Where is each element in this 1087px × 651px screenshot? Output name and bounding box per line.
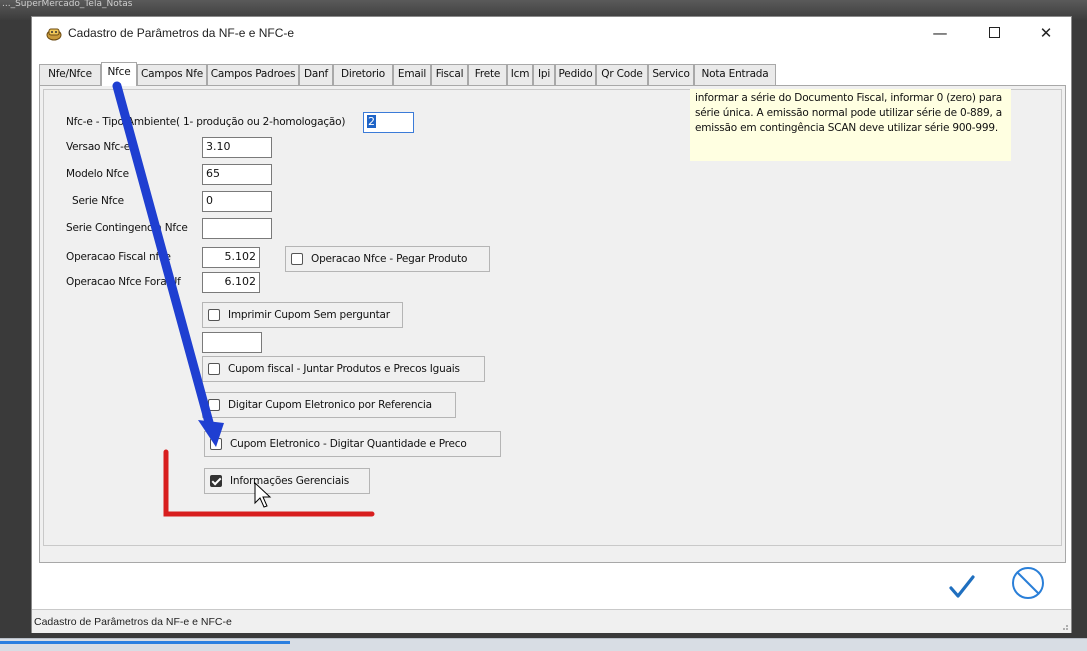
checkbox-digitar-quantidade[interactable]: Cupom Eletronico - Digitar Quantidade e … <box>204 431 501 457</box>
serie-label: Serie Nfce <box>72 195 124 207</box>
tab-campos-padroes[interactable]: Campos Padroes <box>207 64 299 85</box>
tab-email[interactable]: Email <box>393 64 431 85</box>
dialog-footer <box>32 565 1071 609</box>
checkbox-digitar-quantidade-label: Cupom Eletronico - Digitar Quantidade e … <box>230 438 467 450</box>
parameters-window: Cadastro de Parâmetros da NF-e e NFC-e —… <box>31 16 1072 633</box>
maximize-icon <box>988 27 1000 38</box>
tab-icm[interactable]: Icm <box>507 64 533 85</box>
checkbox-digitar-referencia-box[interactable] <box>208 399 220 411</box>
background-bottom-strip <box>0 638 1087 651</box>
ambiente-value: 2 <box>367 115 376 128</box>
background-title: ..._SuperMercado_Tela_Notas <box>2 0 133 9</box>
modelo-label: Modelo Nfce <box>66 168 129 180</box>
app-icon <box>46 28 62 41</box>
checkbox-imprimir-cupom-label: Imprimir Cupom Sem perguntar <box>228 309 390 321</box>
tab-ipi[interactable]: Ipi <box>533 64 555 85</box>
window-title: Cadastro de Parâmetros da NF-e e NFC-e <box>68 26 295 40</box>
tab-frete[interactable]: Frete <box>468 64 507 85</box>
tab-diretorio[interactable]: Diretorio <box>333 64 393 85</box>
checkbox-imprimir-cupom-box[interactable] <box>208 309 220 321</box>
operacao-fiscal-label: Operacao Fiscal nfce <box>66 251 171 263</box>
cancel-circle-icon[interactable] <box>1010 565 1046 601</box>
checkbox-juntar-produtos[interactable]: Cupom fiscal - Juntar Produtos e Precos … <box>202 356 485 382</box>
checkbox-informacoes-gerenciais[interactable]: Informações Gerenciais <box>204 468 370 494</box>
background-progress-line <box>0 641 290 644</box>
tab-qr-code[interactable]: Qr Code <box>596 64 648 85</box>
tab-campos-nfe[interactable]: Campos Nfe <box>137 64 207 85</box>
tab-pedido[interactable]: Pedido <box>555 64 596 85</box>
serie-input[interactable]: 0 <box>202 191 272 212</box>
tab-nfce[interactable]: Nfce <box>101 62 137 86</box>
tab-fiscal[interactable]: Fiscal <box>431 64 468 85</box>
checkbox-pegar-produto-box[interactable] <box>291 253 303 265</box>
checkbox-informacoes-gerenciais-box[interactable] <box>210 475 222 487</box>
versao-input[interactable]: 3.10 <box>202 137 272 158</box>
checkmark-icon[interactable] <box>948 573 976 601</box>
nfce-tab-panel: informar a série do Documento Fiscal, in… <box>39 85 1066 563</box>
status-bar: Cadastro de Parâmetros da NF-e e NFC-e <box>32 609 1071 633</box>
checkbox-juntar-produtos-label: Cupom fiscal - Juntar Produtos e Precos … <box>228 363 460 375</box>
checkbox-imprimir-cupom[interactable]: Imprimir Cupom Sem perguntar <box>202 302 403 328</box>
tab-nfe-nfce[interactable]: Nfe/Nfce <box>39 64 101 85</box>
checkbox-pegar-produto[interactable]: Operacao Nfce - Pegar Produto <box>285 246 490 272</box>
tab-danf[interactable]: Danf <box>299 64 333 85</box>
checkbox-digitar-referencia[interactable]: Digitar Cupom Eletronico por Referencia <box>202 392 456 418</box>
checkbox-pegar-produto-label: Operacao Nfce - Pegar Produto <box>311 253 468 265</box>
checkbox-digitar-quantidade-box[interactable] <box>210 438 222 450</box>
versao-label: Versao Nfc-e <box>66 141 130 153</box>
checkbox-digitar-referencia-label: Digitar Cupom Eletronico por Referencia <box>228 399 432 411</box>
ambiente-input[interactable]: 2 <box>363 112 414 133</box>
ambiente-label: Nfc-e - Tipo Ambiente( 1- produção ou 2-… <box>66 116 346 128</box>
serie-tooltip: informar a série do Documento Fiscal, in… <box>690 89 1011 161</box>
status-text: Cadastro de Parâmetros da NF-e e NFC-e <box>34 616 232 628</box>
serie-contingencia-label: Serie Contingencia Nfce <box>66 222 188 234</box>
checkbox-juntar-produtos-box[interactable] <box>208 363 220 375</box>
minimize-button[interactable]: — <box>922 22 958 44</box>
maximize-button[interactable] <box>976 22 1012 44</box>
close-button[interactable]: ✕ <box>1028 22 1064 44</box>
resize-grip-icon[interactable] <box>1059 621 1069 631</box>
extra-input[interactable] <box>202 332 262 353</box>
tab-nota-entrada[interactable]: Nota Entrada <box>694 64 776 85</box>
serie-contingencia-input[interactable] <box>202 218 272 239</box>
title-bar: Cadastro de Parâmetros da NF-e e NFC-e —… <box>32 17 1071 49</box>
tab-servico[interactable]: Servico <box>648 64 694 85</box>
checkbox-informacoes-gerenciais-label: Informações Gerenciais <box>230 475 350 487</box>
modelo-input[interactable]: 65 <box>202 164 272 185</box>
operacao-fiscal-input[interactable]: 5.102 <box>202 247 260 268</box>
operacao-fora-uf-input[interactable]: 6.102 <box>202 272 260 293</box>
operacao-fora-uf-label: Operacao Nfce Fora Uf <box>66 276 181 288</box>
